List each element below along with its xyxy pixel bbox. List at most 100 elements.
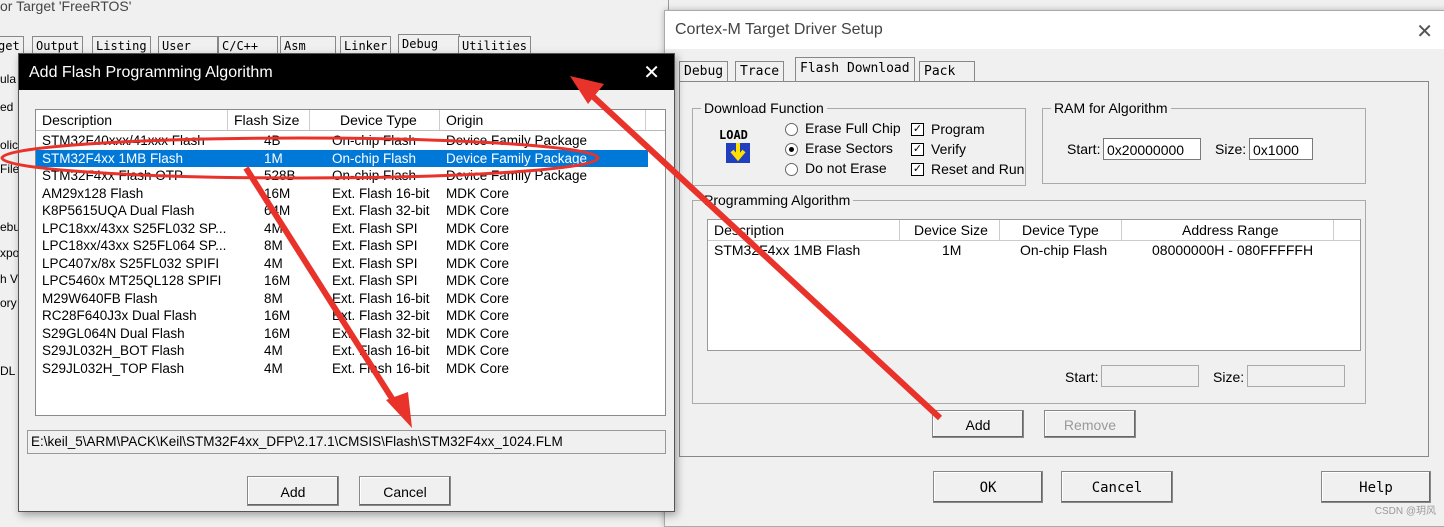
algo-size-field[interactable] (1247, 365, 1345, 387)
col-flash-size[interactable]: Flash Size (228, 110, 310, 130)
programming-algorithm-list[interactable]: Description Device Size Device Type Addr… (707, 219, 1361, 351)
row-flash-size: 528B (264, 168, 296, 183)
options-side-label: xpo (0, 246, 20, 260)
row-origin: MDK Core (446, 185, 510, 201)
ram-for-algorithm-label: RAM for Algorithm (1051, 100, 1171, 116)
erase-full-chip-label: Erase Full Chip (805, 120, 901, 136)
row-origin: MDK Core (446, 238, 510, 253)
ram-size-label: Size: (1215, 141, 1247, 157)
row-flash-size: 16M (264, 185, 291, 201)
ram-start-label: Start: (1067, 141, 1101, 157)
col-description[interactable]: Description (708, 220, 900, 240)
download-function-group: Download Function LOAD Erase Full Chip E… (692, 100, 1026, 186)
row-flash-size: 16M (264, 308, 291, 323)
watermark: CSDN @玥风 (1374, 506, 1436, 517)
row-flash-size: 4M (264, 220, 283, 236)
col-device-type[interactable]: Device Type (1000, 220, 1122, 240)
ok-button[interactable]: OK (933, 471, 1043, 503)
algorithm-row[interactable]: STM32F4xx Flash OTP 528B On-chip Flash Devi… (36, 167, 648, 184)
row-origin: MDK Core (446, 203, 510, 218)
tab-pack[interactable]: Pack (919, 61, 975, 82)
algorithm-row[interactable]: LPC18xx/43xx S25FL064 SP... 8M Ext. Flash … (36, 237, 648, 254)
tab-flash-download[interactable]: Flash Download (795, 57, 915, 82)
program-label: Program (931, 121, 985, 137)
algorithm-row[interactable]: M29W640FB Flash 8M Ext. Flash 16-bit MDK Co… (36, 290, 648, 307)
col-device-size[interactable]: Device Size (900, 220, 1000, 240)
erase-sectors-radio[interactable] (785, 143, 798, 156)
row-origin: MDK Core (446, 343, 510, 358)
cancel-button[interactable]: Cancel (359, 476, 451, 506)
row-description: STM32F4xx Flash OTP (42, 168, 184, 183)
program-checkbox[interactable]: ✓ (911, 123, 924, 136)
col-description[interactable]: Description (36, 110, 228, 130)
algorithm-row[interactable]: LPC5460x MT25QL128 SPIFI 16M Ext. Flash SP… (36, 272, 648, 289)
ram-start-field[interactable]: 0x20000000 (1103, 138, 1201, 160)
algorithm-row[interactable]: LPC18xx/43xx S25FL032 SP... 4M Ext. Flash … (36, 220, 648, 237)
row-device-type: Ext. Flash 32-bit (332, 308, 430, 323)
row-device-type: Ext. Flash SPI (332, 255, 418, 271)
close-icon[interactable]: ✕ (643, 60, 660, 85)
row-device-type: Ext. Flash 32-bit (332, 325, 430, 341)
programming-algorithm-group: Programming Algorithm Description Device… (692, 192, 1366, 404)
help-button[interactable]: Help (1321, 471, 1431, 503)
algo-start-field[interactable] (1101, 365, 1199, 387)
row-flash-size: 64M (264, 203, 291, 218)
ram-size-field[interactable]: 0x1000 (1249, 138, 1313, 160)
row-device-type: Ext. Flash SPI (332, 273, 418, 288)
algorithm-row[interactable]: AM29x128 Flash 16M Ext. Flash 16-bit MDK Co… (36, 185, 648, 202)
row-device-type: On-chip Flash (332, 168, 417, 183)
algorithm-row[interactable]: S29JL032H_TOP Flash 4M Ext. Flash 16-bit MD… (36, 360, 648, 377)
verify-checkbox[interactable]: ✓ (911, 143, 924, 156)
algo-start-label: Start: (1065, 369, 1099, 385)
algorithm-row[interactable]: STM32F40xxx/41xxx Flash 4B On-chip Flash De… (36, 132, 648, 149)
row-origin: Device Family Package (446, 133, 588, 148)
row-description: LPC407x/8x S25FL032 SPIFI (42, 255, 220, 271)
row-origin: MDK Core (446, 220, 510, 236)
row-flash-size: 4M (264, 343, 283, 358)
algorithm-size: 1M (942, 242, 962, 258)
algorithm-type: On-chip Flash (1020, 242, 1108, 258)
row-description: S29JL032H_BOT Flash (42, 343, 185, 358)
options-side-label: File (0, 162, 20, 176)
row-origin: MDK Core (446, 308, 510, 323)
options-tab-debug[interactable]: Debug (398, 34, 460, 55)
algorithm-address-range: 08000000H - 080FFFFFH (1152, 242, 1314, 258)
row-device-type: Ext. Flash 16-bit (332, 290, 430, 306)
algorithm-row[interactable]: S29JL032H_BOT Flash 4M Ext. Flash 16-bit MD… (36, 342, 648, 359)
row-description: M29W640FB Flash (42, 290, 158, 306)
add-dialog-title: Add Flash Programming Algorithm (29, 64, 273, 81)
algorithm-row[interactable]: LPC407x/8x S25FL032 SPIFI 4M Ext. Flash SP… (36, 255, 648, 272)
remove-algorithm-button[interactable]: Remove (1044, 410, 1136, 438)
row-description: RC28F640J3x Dual Flash (42, 308, 197, 323)
row-description: LPC5460x MT25QL128 SPIFI (42, 273, 222, 288)
reset-and-run-label: Reset and Run (931, 161, 1025, 177)
options-side-label: ula (0, 72, 17, 86)
algorithm-row[interactable]: K8P5615UQA Dual Flash 64M Ext. Flash 32-bi… (36, 202, 648, 219)
algo-size-label: Size: (1213, 369, 1245, 385)
col-origin[interactable]: Origin (440, 110, 646, 130)
options-side-label: h V (0, 272, 19, 286)
cancel-button[interactable]: Cancel (1061, 471, 1173, 503)
algorithm-row[interactable]: S29GL064N Dual Flash 16M Ext. Flash 32-bit… (36, 325, 648, 342)
tab-debug[interactable]: Debug (679, 61, 729, 82)
add-button[interactable]: Add (247, 476, 339, 506)
col-address-range[interactable]: Address Range (1122, 220, 1334, 240)
erase-full-chip-radio[interactable] (785, 123, 798, 136)
col-device-type[interactable]: Device Type (310, 110, 440, 130)
row-origin: MDK Core (446, 325, 510, 341)
row-flash-size: 8M (264, 238, 283, 253)
row-description: LPC18xx/43xx S25FL032 SP... (42, 220, 227, 236)
row-device-type: On-chip Flash (332, 150, 417, 166)
tab-trace[interactable]: Trace (735, 61, 785, 82)
algorithm-row[interactable]: RC28F640J3x Dual Flash 16M Ext. Flash 32-b… (36, 307, 648, 324)
algorithm-row[interactable]: STM32F4xx 1MB Flash 1M On-chip Flash Device… (36, 149, 648, 167)
do-not-erase-radio[interactable] (785, 163, 798, 176)
row-flash-size: 1M (264, 150, 283, 166)
close-icon[interactable]: ✕ (1416, 19, 1433, 44)
row-origin: MDK Core (446, 360, 510, 376)
reset-and-run-checkbox[interactable]: ✓ (911, 163, 924, 176)
add-flash-algorithm-dialog: Add Flash Programming Algorithm ✕ Descri… (18, 53, 675, 512)
options-side-label: ed (0, 100, 14, 114)
algorithm-list[interactable]: Description Flash Size Device Type Origi… (35, 109, 666, 416)
add-algorithm-button[interactable]: Add (932, 410, 1024, 438)
